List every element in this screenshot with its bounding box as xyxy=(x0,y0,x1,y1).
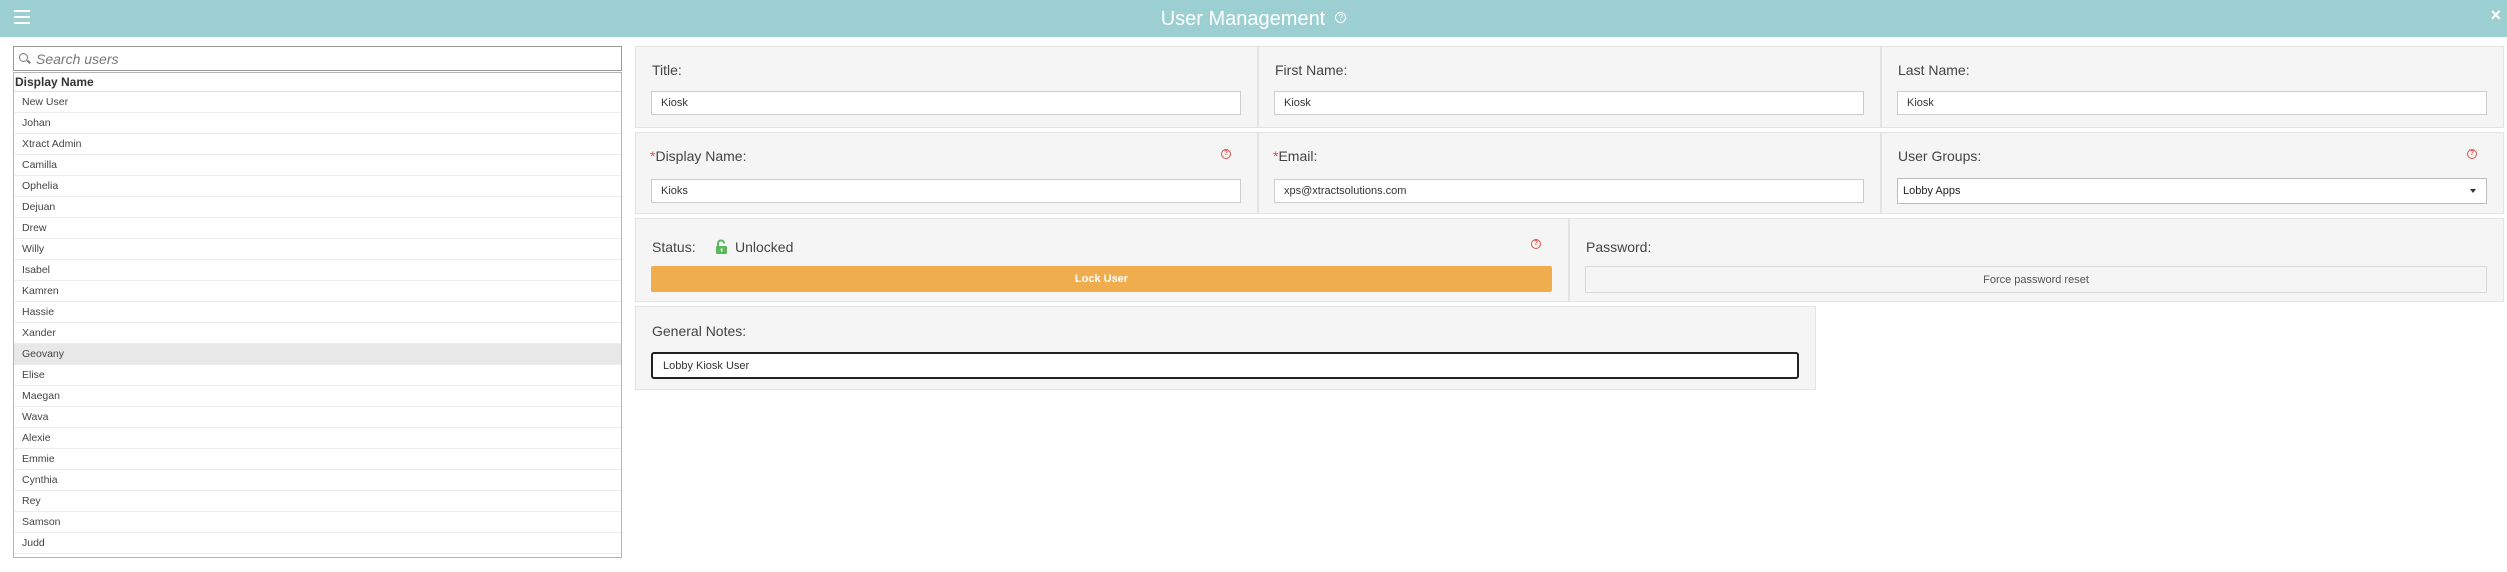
user-list-item[interactable]: Hassie xyxy=(14,302,621,323)
email-panel: *Email: xyxy=(1258,132,1881,214)
display-name-panel: *Display Name: ? xyxy=(635,132,1258,214)
user-list-item[interactable]: Xtract Admin xyxy=(14,134,621,155)
email-label-wrap: *Email: xyxy=(1273,148,1317,164)
search-icon xyxy=(19,53,28,62)
user-list-item[interactable]: Judd xyxy=(14,533,621,554)
status-value: Unlocked xyxy=(735,239,794,255)
status-help-icon[interactable]: ? xyxy=(1531,239,1541,249)
force-password-reset-button[interactable]: Force password reset xyxy=(1585,266,2487,293)
chevron-down-icon xyxy=(2470,189,2476,193)
user-list-item[interactable]: Geovany xyxy=(14,344,621,365)
password-label: Password: xyxy=(1586,239,1652,255)
status-panel: Status: Unlocked ? Lock User xyxy=(635,218,1569,302)
user-list-item[interactable]: Dejuan xyxy=(14,197,621,218)
user-list-item[interactable]: Johan xyxy=(14,113,621,134)
display-name-label: Display Name: xyxy=(655,148,747,164)
page-title: User Management xyxy=(1160,8,1326,30)
user-rows: New User Johan Xtract Admin Camilla Ophelia D… xyxy=(14,92,621,554)
email-label: Email: xyxy=(1278,148,1318,164)
title-panel: Title: xyxy=(635,46,1258,128)
user-groups-label: User Groups: xyxy=(1898,148,1982,164)
user-list-item[interactable]: Wava xyxy=(14,407,621,428)
general-notes-panel: General Notes: xyxy=(635,306,1816,390)
first-name-input[interactable] xyxy=(1274,91,1864,115)
display-name-label-wrap: *Display Name: xyxy=(650,148,746,164)
user-list: Display Name New User Johan Xtract Admin Ca… xyxy=(13,72,622,558)
user-list-panel: Display Name New UserJohanXtract AdminCa… xyxy=(13,46,622,560)
first-name-label: First Name: xyxy=(1275,62,1348,78)
user-list-item[interactable]: Cynthia xyxy=(14,470,621,491)
display-name-help-icon[interactable]: ? xyxy=(1221,149,1231,159)
last-name-label: Last Name: xyxy=(1898,62,1970,78)
help-icon[interactable]: ? xyxy=(1335,12,1347,24)
unlocked-padlock-icon xyxy=(716,239,727,254)
password-panel: Password: Force password reset xyxy=(1569,218,2504,302)
last-name-panel: Last Name: xyxy=(1881,46,2504,128)
title-bar: User Management? × xyxy=(0,0,2507,37)
title-input[interactable] xyxy=(651,91,1241,115)
last-name-input[interactable] xyxy=(1897,91,2487,115)
close-icon[interactable]: × xyxy=(2490,6,2501,24)
search-box xyxy=(13,46,622,71)
user-list-item[interactable]: Maegan xyxy=(14,386,621,407)
display-name-input[interactable] xyxy=(651,179,1241,203)
user-list-item[interactable]: Isabel xyxy=(14,260,621,281)
user-groups-select[interactable]: Lobby Apps xyxy=(1897,178,2487,204)
user-list-item[interactable]: Camilla xyxy=(14,155,621,176)
user-list-item[interactable]: Emmie xyxy=(14,449,621,470)
user-list-item[interactable]: Willy xyxy=(14,239,621,260)
user-groups-selected-value: Lobby Apps xyxy=(1903,185,1961,197)
user-list-item[interactable]: Xander xyxy=(14,323,621,344)
status-label: Status: xyxy=(652,239,696,255)
general-notes-input[interactable] xyxy=(651,352,1799,379)
user-groups-help-icon[interactable]: ? xyxy=(2467,149,2477,159)
user-list-item[interactable]: Ophelia xyxy=(14,176,621,197)
general-notes-label: General Notes: xyxy=(652,323,747,339)
user-list-item[interactable]: Drew xyxy=(14,218,621,239)
user-groups-panel: User Groups: ? Lobby Apps xyxy=(1881,132,2504,214)
email-input[interactable] xyxy=(1274,179,1864,203)
lock-user-button[interactable]: Lock User xyxy=(651,266,1552,292)
user-list-item[interactable]: Samson xyxy=(14,512,621,533)
user-list-item[interactable]: Elise xyxy=(14,365,621,386)
column-header-display-name[interactable]: Display Name xyxy=(14,73,621,92)
user-list-item[interactable]: Alexie xyxy=(14,428,621,449)
title-label: Title: xyxy=(652,62,682,78)
search-input[interactable] xyxy=(34,48,608,70)
first-name-panel: First Name: xyxy=(1258,46,1881,128)
user-list-item[interactable]: Rey xyxy=(14,491,621,512)
user-list-item[interactable]: New User xyxy=(14,92,621,113)
user-list-item[interactable]: Kamren xyxy=(14,281,621,302)
title-wrap: User Management? xyxy=(0,8,2507,31)
